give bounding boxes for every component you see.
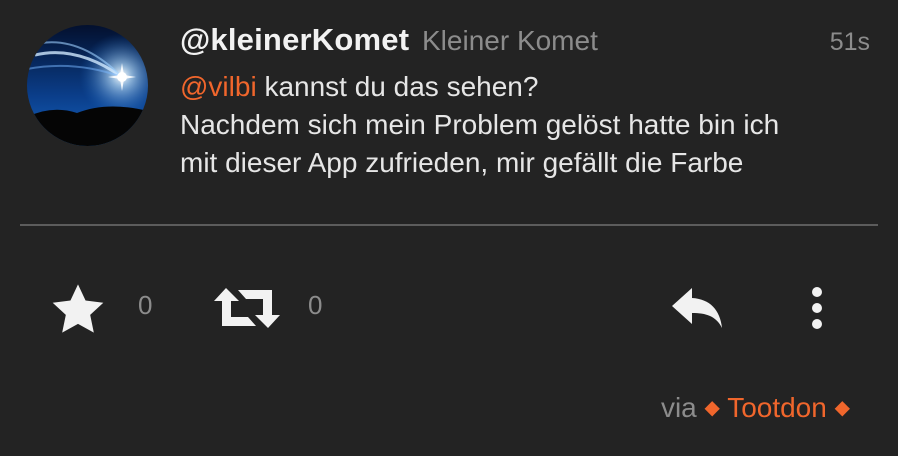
timestamp: 51s — [829, 28, 870, 56]
favourite-count: 0 — [138, 290, 153, 320]
via-attribution: via ◆ Tootdon ◆ — [661, 392, 850, 424]
app-name-link[interactable]: Tootdon — [727, 392, 827, 423]
status-text-1: kannst du das sehen? — [256, 71, 539, 102]
status-content: @vilbi kannst du das sehen? Nachdem sich… — [180, 68, 870, 182]
mention-link[interactable]: @vilbi — [180, 71, 257, 102]
diamond-icon: ◆ — [834, 397, 850, 419]
status-header: @kleinerKomet Kleiner Komet 51s — [180, 22, 870, 62]
boost-icon[interactable] — [214, 284, 280, 337]
display-name[interactable]: @kleinerKomet — [180, 22, 409, 58]
status-line-1: @vilbi kannst du das sehen? — [180, 68, 870, 106]
via-label: via — [660, 392, 697, 423]
status-line-2: Nachdem sich mein Problem gelöst hatte b… — [180, 109, 780, 140]
star-icon[interactable] — [48, 282, 108, 343]
action-bar: 0 0 — [0, 270, 898, 340]
more-vertical-icon[interactable] — [810, 286, 824, 335]
username[interactable]: Kleiner Komet — [422, 25, 598, 57]
reply-icon[interactable] — [672, 288, 722, 333]
avatar[interactable] — [27, 25, 148, 146]
status-line-3: mit dieser App zufrieden, mir gefällt di… — [180, 147, 744, 178]
diamond-icon: ◆ — [704, 397, 720, 419]
divider — [20, 224, 878, 226]
boost-count: 0 — [308, 290, 323, 320]
